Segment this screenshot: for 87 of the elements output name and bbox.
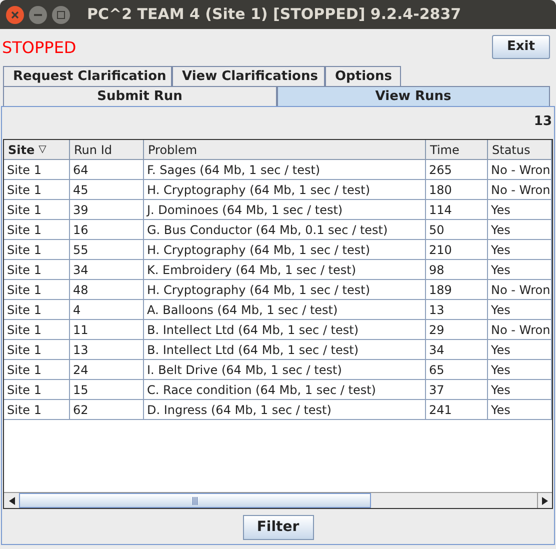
table-cell: 265	[426, 160, 488, 180]
table-cell: Site 1	[4, 200, 70, 220]
table-cell: 241	[426, 400, 488, 420]
sort-indicator: ▽	[38, 143, 46, 157]
tab[interactable]: Request Clarification	[3, 66, 172, 86]
table-cell: Yes	[488, 380, 552, 400]
tab[interactable]: View Clarifications	[172, 66, 325, 86]
table-cell: 39	[70, 200, 144, 220]
table-cell: Yes	[488, 220, 552, 240]
table-cell: B. Intellect Ltd (64 Mb, 1 sec / test)	[144, 320, 426, 340]
close-icon[interactable]	[6, 6, 24, 24]
table-cell: 114	[426, 200, 488, 220]
table-cell: Yes	[488, 400, 552, 420]
table-cell: Site 1	[4, 180, 70, 200]
table-cell: D. Ingress (64 Mb, 1 sec / test)	[144, 400, 426, 420]
table-cell: Yes	[488, 360, 552, 380]
column-header[interactable]: Run Id	[70, 140, 144, 160]
table-cell: 24	[70, 360, 144, 380]
table-cell: 64	[70, 160, 144, 180]
table-cell: 48	[70, 280, 144, 300]
table-cell: H. Cryptography (64 Mb, 1 sec / test)	[144, 240, 426, 260]
column-header[interactable]: Time	[426, 140, 488, 160]
table-cell: Yes	[488, 340, 552, 360]
table-cell: 16	[70, 220, 144, 240]
table-cell: F. Sages (64 Mb, 1 sec / test)	[144, 160, 426, 180]
table-cell: 50	[426, 220, 488, 240]
table-cell: 11	[70, 320, 144, 340]
table-cell: Yes	[488, 240, 552, 260]
minimize-icon[interactable]	[29, 6, 47, 24]
table-cell: 34	[70, 260, 144, 280]
column-header[interactable]: Problem	[144, 140, 426, 160]
table-cell: Site 1	[4, 260, 70, 280]
table-cell: 98	[426, 260, 488, 280]
table-cell: Site 1	[4, 320, 70, 340]
scrollbar-thumb[interactable]	[19, 493, 371, 508]
table-cell: A. Balloons (64 Mb, 1 sec / test)	[144, 300, 426, 320]
window-title: PC^2 TEAM 4 (Site 1) [STOPPED] 9.2.4-2837	[87, 4, 462, 26]
table-cell: K. Embroidery (64 Mb, 1 sec / test)	[144, 260, 426, 280]
table-cell: Site 1	[4, 280, 70, 300]
table-cell: 55	[70, 240, 144, 260]
table-cell: 62	[70, 400, 144, 420]
table-cell: No - Wron	[488, 320, 552, 340]
table-cell: 45	[70, 180, 144, 200]
table-cell: 15	[70, 380, 144, 400]
table-cell: 180	[426, 180, 488, 200]
grip-icon	[192, 496, 198, 504]
table-cell: 29	[426, 320, 488, 340]
horizontal-scrollbar[interactable]	[4, 492, 552, 508]
status-label: STOPPED	[2, 36, 76, 59]
tab[interactable]: Options	[325, 66, 401, 86]
table-cell: Site 1	[4, 240, 70, 260]
table-cell: 13	[70, 340, 144, 360]
table-cell: 189	[426, 280, 488, 300]
table-cell: No - Wron	[488, 180, 552, 200]
run-count: 13	[534, 113, 552, 132]
table-cell: 210	[426, 240, 488, 260]
table-cell: 65	[426, 360, 488, 380]
maximize-icon[interactable]	[52, 6, 70, 24]
table-cell: 13	[426, 300, 488, 320]
table-cell: Site 1	[4, 360, 70, 380]
column-header[interactable]: Status	[488, 140, 552, 160]
tab[interactable]: Submit Run	[3, 86, 276, 106]
table-cell: No - Wron	[488, 160, 552, 180]
table-cell: 34	[426, 340, 488, 360]
table-cell: Site 1	[4, 220, 70, 240]
exit-button[interactable]: Exit	[492, 34, 550, 59]
table-cell: 4	[70, 300, 144, 320]
table-cell: B. Intellect Ltd (64 Mb, 1 sec / test)	[144, 340, 426, 360]
table-cell: 37	[426, 380, 488, 400]
filter-button[interactable]: Filter	[242, 515, 314, 540]
table-cell: J. Dominoes (64 Mb, 1 sec / test)	[144, 200, 426, 220]
table-cell: Site 1	[4, 340, 70, 360]
table-cell: G. Bus Conductor (64 Mb, 0.1 sec / test)	[144, 220, 426, 240]
table-cell: Site 1	[4, 300, 70, 320]
table-cell: Yes	[488, 260, 552, 280]
table-cell: Site 1	[4, 400, 70, 420]
table-cell: Site 1	[4, 380, 70, 400]
table-cell: C. Race condition (64 Mb, 1 sec / test)	[144, 380, 426, 400]
table-cell: No - Wron	[488, 280, 552, 300]
table-cell: I. Belt Drive (64 Mb, 1 sec / test)	[144, 360, 426, 380]
table-cell: Yes	[488, 200, 552, 220]
column-header[interactable]: Site ▽	[4, 140, 70, 160]
table-cell: Yes	[488, 300, 552, 320]
table-cell: H. Cryptography (64 Mb, 1 sec / test)	[144, 180, 426, 200]
table-cell: H. Cryptography (64 Mb, 1 sec / test)	[144, 280, 426, 300]
tab[interactable]: View Runs	[276, 86, 550, 106]
table-cell: Site 1	[4, 160, 70, 180]
